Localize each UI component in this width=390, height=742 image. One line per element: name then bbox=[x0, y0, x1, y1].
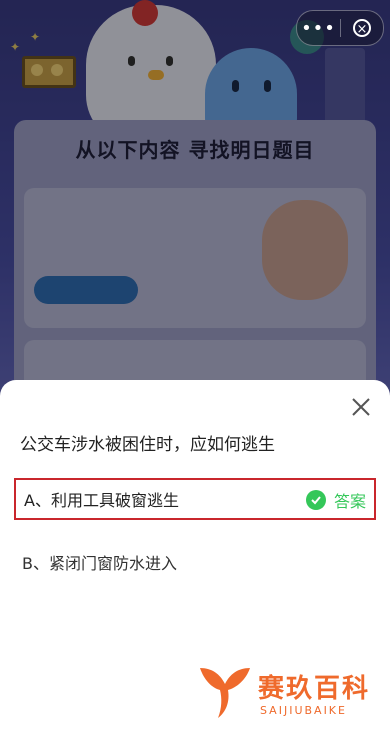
option-a[interactable]: A、利用工具破窗逃生 答案 bbox=[14, 478, 376, 520]
more-button[interactable]: ••• bbox=[297, 11, 340, 45]
brand-subtitle: SAIJIUBAIKE bbox=[260, 704, 347, 717]
exit-button[interactable]: × bbox=[341, 11, 383, 45]
answer-label: 答案 bbox=[333, 492, 366, 511]
whale-tail-logo-icon bbox=[200, 668, 250, 718]
miniprogram-capsule: ••• × bbox=[296, 10, 384, 46]
option-label: A、利用工具破窗逃生 bbox=[24, 491, 179, 510]
close-icon[interactable] bbox=[348, 394, 374, 420]
brand-watermark: 赛玖百科 SAIJIUBAIKE bbox=[196, 662, 376, 732]
answer-tag: 答案 bbox=[305, 488, 366, 512]
question-text: 公交车涉水被困住时，应如何逃生 bbox=[20, 435, 275, 455]
question-bottom-sheet: 公交车涉水被困住时，应如何逃生 A、利用工具破窗逃生 答案 B、紧闭门窗防水进入… bbox=[0, 380, 390, 742]
option-b[interactable]: B、紧闭门窗防水进入 bbox=[22, 550, 177, 574]
check-icon bbox=[305, 490, 326, 510]
brand-name: 赛玖百科 bbox=[258, 674, 371, 704]
close-circle-icon: × bbox=[353, 19, 371, 37]
